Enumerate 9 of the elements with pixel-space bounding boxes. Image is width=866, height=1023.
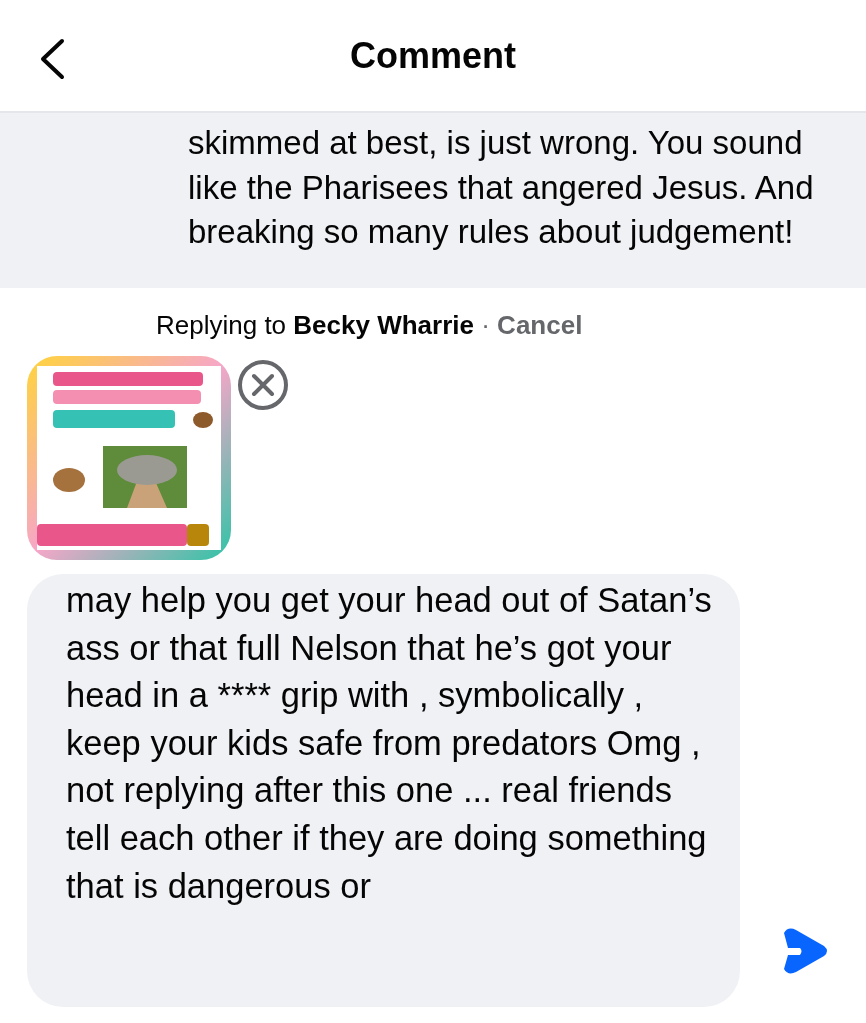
page-title: Comment xyxy=(350,34,516,77)
comment-text: skimmed at best, is just wrong. You sound like the Pharisees that angered Jesus. And breaking so many rules about judgement! xyxy=(188,123,815,252)
replied-user-name: Becky Wharrie xyxy=(293,310,474,340)
back-icon[interactable] xyxy=(38,38,66,80)
comment-input[interactable]: may help you get your head out of Satan’s ass or that full Nelson that he’s got your head in a **** grip with , symbolically , keep your kids safe from predators Omg , not replying after this one ... real friends tell each other if they are doing something that is dangerous or xyxy=(27,574,740,1007)
replying-to-label: Replying to xyxy=(156,310,287,340)
close-icon[interactable] xyxy=(237,359,289,411)
separator-dot: · xyxy=(481,310,490,340)
cancel-link[interactable]: Cancel xyxy=(497,310,583,340)
